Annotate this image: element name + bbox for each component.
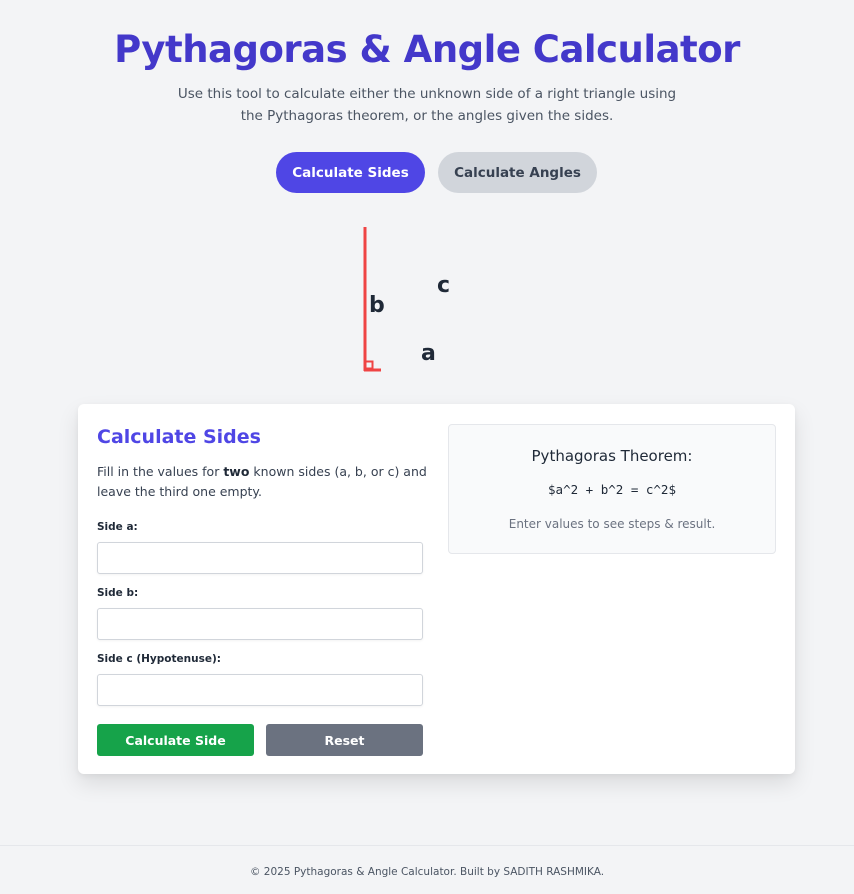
reset-button[interactable]: Reset — [266, 724, 423, 756]
side-b-label: Side b: — [97, 587, 139, 599]
triangle-svg — [363, 227, 381, 372]
page-title: Pythagoras & Angle Calculator — [114, 28, 740, 71]
triangle-label-b: b — [369, 293, 385, 318]
triangle-diagram: b c a — [340, 220, 470, 380]
side-b-input[interactable] — [97, 608, 423, 640]
side-c-label: Side c (Hypotenuse): — [97, 653, 221, 665]
desc-prefix: Fill in the values for — [97, 464, 224, 479]
calculator-card: Calculate Sides Fill in the values for t… — [78, 404, 795, 774]
footer-divider — [0, 845, 854, 846]
result-hint: Enter values to see steps & result. — [508, 517, 716, 531]
footer-text: © 2025 Pythagoras & Angle Calculator. Bu… — [249, 866, 605, 878]
tab-calculate-sides[interactable]: Calculate Sides — [276, 152, 425, 193]
side-a-label: Side a: — [97, 521, 138, 533]
theorem-formula: $a^2 + b^2 = c^2$ — [548, 482, 676, 497]
page-subtitle: Use this tool to calculate either the un… — [177, 86, 677, 124]
triangle-label-a: a — [421, 341, 436, 366]
theorem-panel: Pythagoras Theorem: $a^2 + b^2 = c^2$ En… — [448, 424, 776, 554]
right-angle-marker — [364, 360, 374, 370]
side-c-input[interactable] — [97, 674, 423, 706]
form-title: Calculate Sides — [97, 426, 261, 448]
desc-bold: two — [223, 464, 250, 479]
theorem-title: Pythagoras Theorem: — [531, 447, 693, 465]
triangle-label-c: c — [437, 273, 451, 298]
calculate-side-button[interactable]: Calculate Side — [97, 724, 254, 756]
form-description: Fill in the values for two known sides (… — [97, 462, 429, 502]
tab-calculate-angles[interactable]: Calculate Angles — [438, 152, 597, 193]
side-a-input[interactable] — [97, 542, 423, 574]
